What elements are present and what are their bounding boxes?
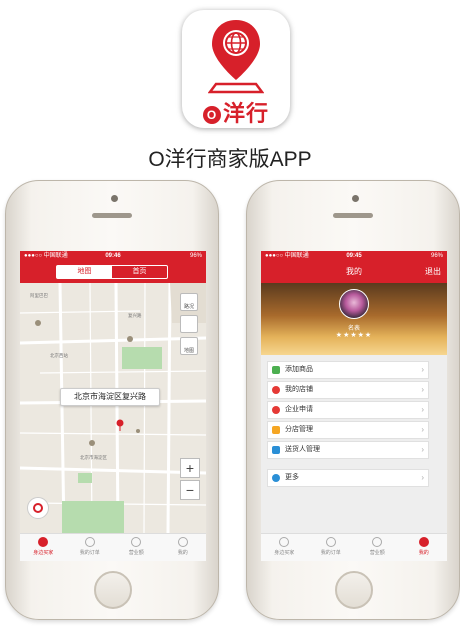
chevron-right-icon: › [421,405,424,414]
icon-brand: O 洋行 [182,96,290,128]
tab-map[interactable]: 地图 [57,266,112,278]
traffic-button[interactable]: 路况 [180,293,198,311]
store-icon [272,386,280,394]
add-icon [272,366,280,374]
menu-enterprise-apply[interactable]: 企业申请 › [267,401,429,419]
rating-stars: ★★★★★ [335,332,373,339]
courier-icon [272,446,280,454]
profile-header: 我的 退出 [261,261,447,283]
camera [111,195,118,202]
map-view[interactable]: 阿里巴巴 复兴路 北京西站 北京市海淀区 北京市海淀区复兴路 路况 地图 + − [20,283,206,533]
tab-bar: 身边买家 我的订单 营业额 我的 [261,533,447,561]
status-bar: ●●●○○ 中国联通 09:46 96% [20,251,206,261]
chevron-right-icon: › [421,365,424,374]
location-pin-icon [279,537,290,547]
menu-add-product[interactable]: 添加商品 › [267,361,429,379]
globe-pin-icon [208,20,264,94]
app-title: O洋行商家版APP [148,148,312,171]
address-callout[interactable]: 北京市海淀区复兴路 [60,388,160,406]
money-icon [131,537,142,547]
chevron-right-icon: › [421,473,424,482]
menu-courier-management[interactable]: 送货人管理 › [267,441,429,459]
more-icon [272,474,280,482]
avatar[interactable] [339,289,369,319]
tab-my-orders[interactable]: 我的订单 [67,534,114,561]
layers-button[interactable] [180,315,198,333]
money-icon [372,537,383,547]
menu-more[interactable]: 更多 › [267,469,429,487]
page-title: 我的 [346,267,362,276]
locate-button[interactable] [27,497,49,519]
user-icon [177,537,188,547]
promo-page: O 洋行 O洋行商家版APP ●●●○○ 中国联通 09:46 96% 地图 首页 [0,0,460,640]
tab-revenue[interactable]: 营业额 [354,534,401,561]
phone-map: ●●●○○ 中国联通 09:46 96% 地图 首页 阿里巴巴 复兴路 北京西站… [5,180,219,620]
tab-my-orders[interactable]: 我的订单 [308,534,355,561]
profile-banner: 名表 ★★★★★ [261,283,447,355]
map-roads [20,283,206,533]
app-icon: O 洋行 [182,10,290,128]
phone-profile: ●●●○○ 中国联通 09:45 96% 我的 退出 名表 ★★★★★ 添加商品… [246,180,460,620]
apply-icon [272,406,280,414]
map-screen: ●●●○○ 中国联通 09:46 96% 地图 首页 阿里巴巴 复兴路 北京西站… [20,251,206,561]
order-icon [325,537,336,547]
speaker [92,213,132,218]
home-button[interactable] [94,571,132,609]
tab-mine[interactable]: 我的 [160,534,207,561]
menu-branch-management[interactable]: 分店管理 › [267,421,429,439]
tab-home[interactable]: 首页 [112,266,167,278]
map-header: 地图 首页 [20,261,206,283]
chevron-right-icon: › [421,425,424,434]
zoom-out-button[interactable]: − [180,480,200,500]
home-button[interactable] [335,571,373,609]
tab-nearby-buyers[interactable]: 身边买家 [20,534,67,561]
map-type-button[interactable]: 地图 [180,337,198,355]
user-icon [418,537,429,547]
tab-bar: 身边买家 我的订单 营业额 我的 [20,533,206,561]
zoom-in-button[interactable]: + [180,458,200,478]
profile-screen: ●●●○○ 中国联通 09:45 96% 我的 退出 名表 ★★★★★ 添加商品… [261,251,447,561]
chevron-right-icon: › [421,445,424,454]
camera [352,195,359,202]
location-pin-icon [38,537,49,547]
tab-revenue[interactable]: 营业额 [113,534,160,561]
order-icon [84,537,95,547]
segment-control: 地图 首页 [56,265,168,279]
menu-my-store[interactable]: 我的店铺 › [267,381,429,399]
tab-mine[interactable]: 我的 [401,534,448,561]
status-bar: ●●●○○ 中国联通 09:45 96% [261,251,447,261]
logout-button[interactable]: 退出 [425,261,441,283]
branch-icon [272,426,280,434]
menu-list: 添加商品 › 我的店铺 › 企业申请 › 分店管理 › 送货人管理 › 更多 › [261,355,447,533]
speaker [333,213,373,218]
tab-nearby-buyers[interactable]: 身边买家 [261,534,308,561]
chevron-right-icon: › [421,385,424,394]
